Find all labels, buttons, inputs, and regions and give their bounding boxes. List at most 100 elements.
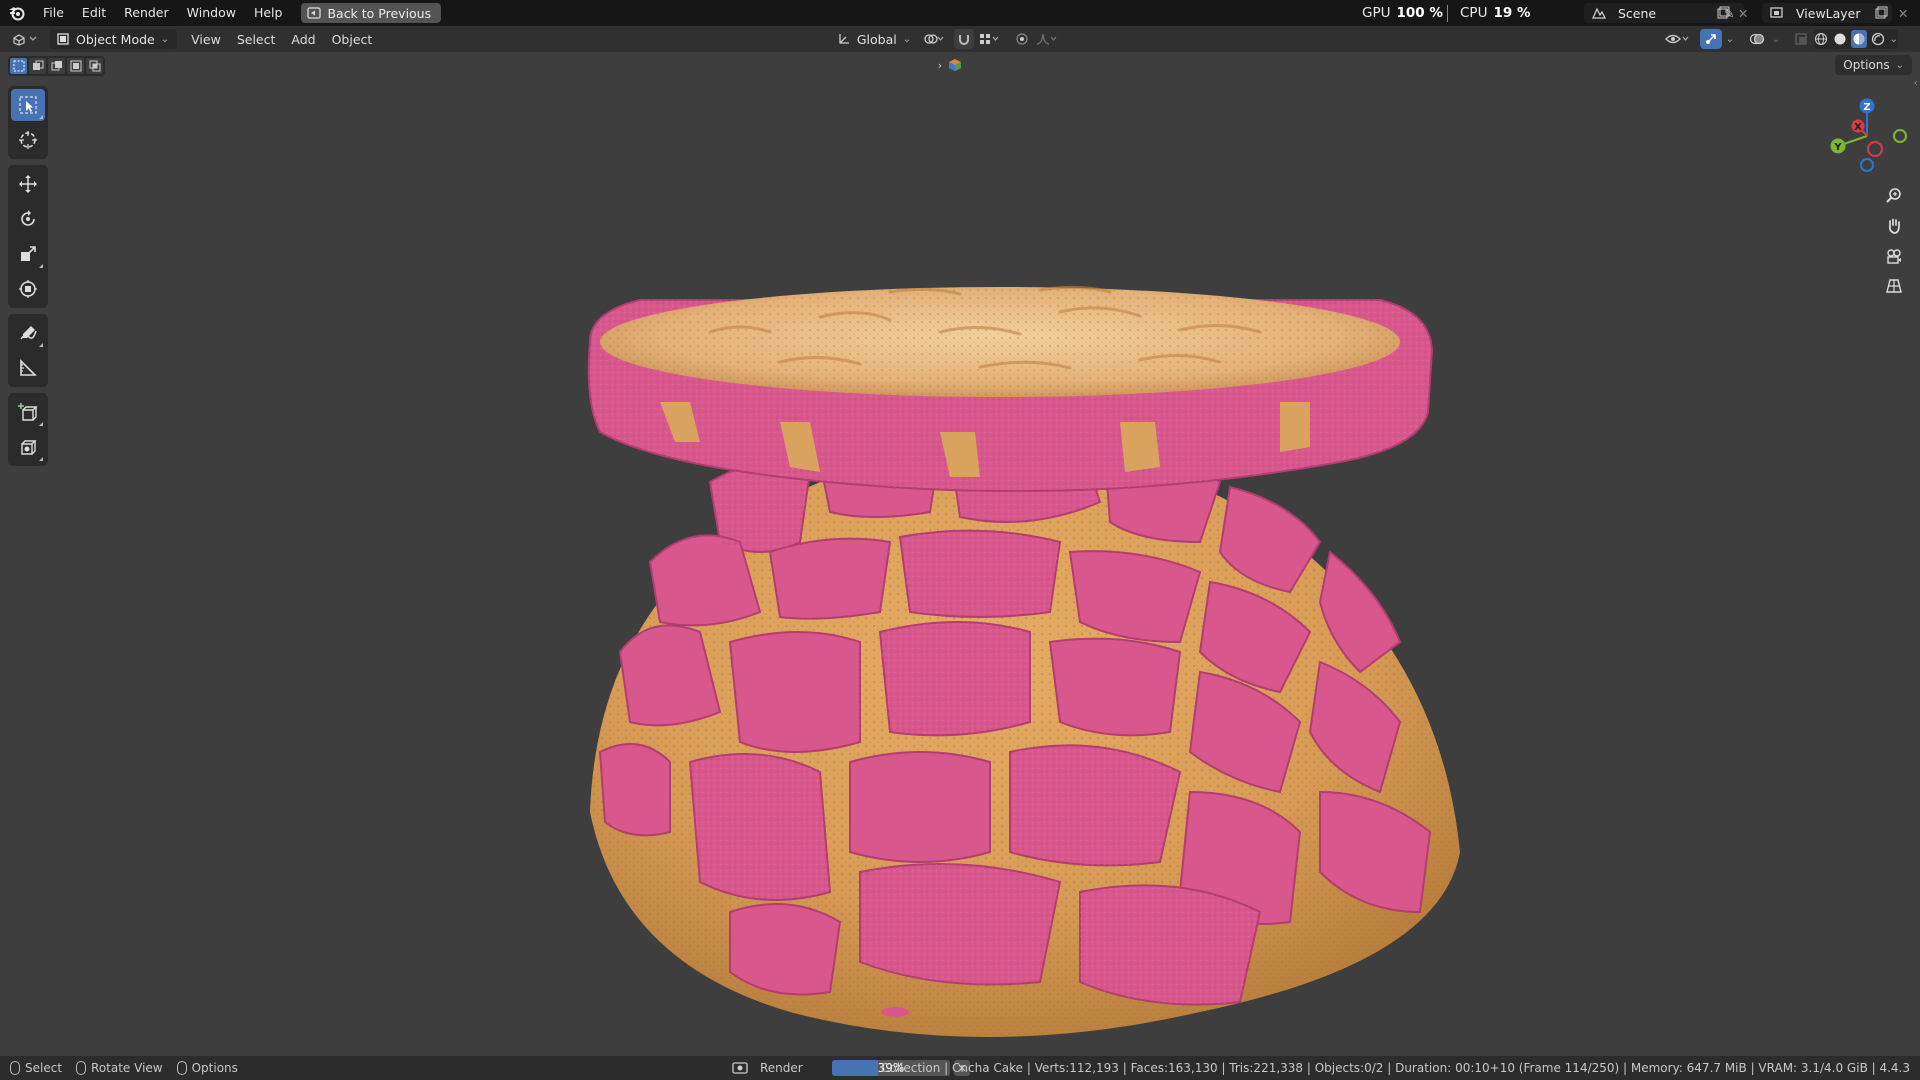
add-cube-tool-icon[interactable] [11, 396, 45, 428]
scene-statistics: Collection | Cncha Cake | Verts:112,193 … [881, 1061, 1910, 1075]
gpu-value: 100 % [1396, 5, 1443, 21]
concha-cake-model[interactable] [560, 272, 1460, 1052]
sidebar-toggle-icon[interactable]: ‹ [1914, 76, 1918, 89]
viewport-options-dropdown[interactable]: Options ⌄ [1835, 55, 1912, 75]
chevron-down-icon: ⌄ [1725, 33, 1735, 45]
menu-file[interactable]: File [34, 0, 73, 26]
xray-toggle[interactable] [1792, 29, 1810, 49]
show-gizmo-toggle[interactable] [1700, 29, 1722, 49]
header-menu-view[interactable]: View [183, 32, 229, 47]
tool-shelf [8, 86, 48, 470]
perspective-grid-icon[interactable] [1880, 272, 1908, 300]
menu-edit[interactable]: Edit [73, 0, 115, 26]
hint-select-label: Select [25, 1061, 63, 1075]
options-label: Options [1843, 58, 1890, 72]
select-box-tool-icon[interactable] [11, 89, 45, 121]
object-tool-icon[interactable] [11, 431, 45, 463]
new-scene-icon[interactable] [1716, 3, 1736, 23]
chevron-down-icon: ⌄ [902, 33, 912, 45]
select-invert-icon[interactable] [67, 58, 84, 74]
back-to-previous-button[interactable]: Back to Previous [301, 3, 442, 23]
gizmo-options-dropdown[interactable]: ⌄ [1722, 29, 1738, 49]
status-bar: Select Rotate View Options Render 39% ✕ … [0, 1056, 1920, 1080]
material-preview-shading-icon[interactable] [1850, 30, 1868, 48]
magnet-icon [959, 35, 969, 45]
rendered-shading-icon[interactable] [1871, 31, 1885, 47]
cpu-value: 19 % [1493, 5, 1531, 21]
select-intersect-icon[interactable] [86, 58, 103, 74]
chevron-down-icon[interactable]: ⌄ [1890, 34, 1898, 45]
hint-rotate-view: Rotate View [76, 1061, 163, 1075]
header-region-toggle[interactable]: › [932, 55, 968, 75]
tool-group-select [8, 86, 48, 159]
select-extend-icon[interactable] [29, 58, 46, 74]
gpu-usage: GPU 100 % [1362, 0, 1443, 26]
menu-window[interactable]: Window [178, 0, 245, 26]
show-overlays-toggle[interactable] [1746, 29, 1768, 49]
render-icon [732, 1062, 748, 1074]
scene-name: Scene [1618, 5, 1657, 21]
new-view-layer-icon[interactable] [1874, 3, 1894, 23]
mouse-left-icon [10, 1061, 20, 1075]
concha-top-half[interactable] [587, 285, 1434, 493]
editor-type-icon [13, 34, 37, 46]
view-layer-selector[interactable]: ViewLayer [1762, 3, 1892, 23]
rotate-tool-icon[interactable] [11, 203, 45, 235]
scene-icon [1584, 6, 1614, 20]
svg-text:X: X [1854, 122, 1862, 133]
editor-type-button[interactable] [6, 29, 44, 49]
snap-toggle[interactable] [954, 29, 974, 49]
proportional-falloff-dropdown[interactable] [1034, 29, 1060, 49]
overlays-options-dropdown[interactable]: ⌄ [1768, 29, 1784, 49]
blender-logo-icon[interactable] [0, 0, 34, 26]
camera-view-icon[interactable] [1880, 242, 1908, 270]
3d-viewport[interactable]: › Options ⌄ ‹ Z Y X [0, 52, 1920, 1056]
transform-tool-icon[interactable] [11, 273, 45, 305]
cpu-usage: CPU 19 % [1460, 0, 1530, 26]
move-tool-icon[interactable] [11, 168, 45, 200]
visibility-dropdown[interactable] [1662, 29, 1692, 49]
wireframe-shading-icon[interactable] [1814, 31, 1828, 47]
cpu-label: CPU [1460, 5, 1488, 21]
delete-scene-icon[interactable]: ✕ [1738, 3, 1752, 23]
chevron-down-icon: ⌄ [1771, 33, 1781, 45]
scale-tool-icon[interactable] [11, 238, 45, 270]
tool-group-add [8, 393, 48, 466]
navigation-gizmo[interactable]: Z Y X [1822, 86, 1912, 186]
falloff-curve-icon [1036, 33, 1057, 45]
transform-orientation-label: Global [856, 31, 897, 47]
chevron-right-icon: › [937, 58, 943, 72]
snap-target-dropdown[interactable] [976, 29, 1002, 49]
back-to-previous-label: Back to Previous [327, 5, 432, 21]
hint-options-label: Options [191, 1061, 238, 1075]
xray-icon [1795, 33, 1807, 45]
concha-bottom-half[interactable] [590, 432, 1460, 1037]
render-job: Render [732, 1056, 803, 1080]
gizmo-icon [1706, 34, 1716, 44]
object-mode-dropdown[interactable]: Object Mode ⌄ [50, 29, 178, 49]
menu-help[interactable]: Help [245, 0, 292, 26]
pan-hand-icon[interactable] [1880, 212, 1908, 240]
transform-orientation-dropdown[interactable]: Global ⌄ [836, 29, 912, 49]
pivot-point-button[interactable] [920, 29, 948, 49]
select-subtract-icon[interactable] [48, 58, 65, 74]
measure-tool-icon[interactable] [11, 352, 45, 384]
select-new-icon[interactable] [10, 58, 27, 74]
solid-shading-icon[interactable] [1832, 31, 1846, 47]
tool-group-transform [8, 165, 48, 308]
view-layer-icon [1762, 6, 1792, 20]
cursor-tool-icon[interactable] [11, 124, 45, 156]
shading-mode-group: ⌄ [1814, 29, 1898, 49]
header-menu-object[interactable]: Object [324, 32, 381, 47]
menu-render[interactable]: Render [115, 0, 178, 26]
selection-mode-group [8, 56, 105, 76]
annotate-tool-icon[interactable] [11, 317, 45, 349]
header-menu-add[interactable]: Add [283, 32, 323, 47]
zoom-icon[interactable] [1880, 182, 1908, 210]
proportional-edit-icon [1016, 33, 1028, 45]
header-menu-select[interactable]: Select [229, 32, 284, 47]
delete-view-layer-icon[interactable]: ✕ [1898, 3, 1912, 23]
proportional-edit-toggle[interactable] [1012, 29, 1032, 49]
top-menu-bar: File Edit Render Window Help Back to Pre… [0, 0, 1920, 26]
eye-icon [1665, 34, 1689, 44]
